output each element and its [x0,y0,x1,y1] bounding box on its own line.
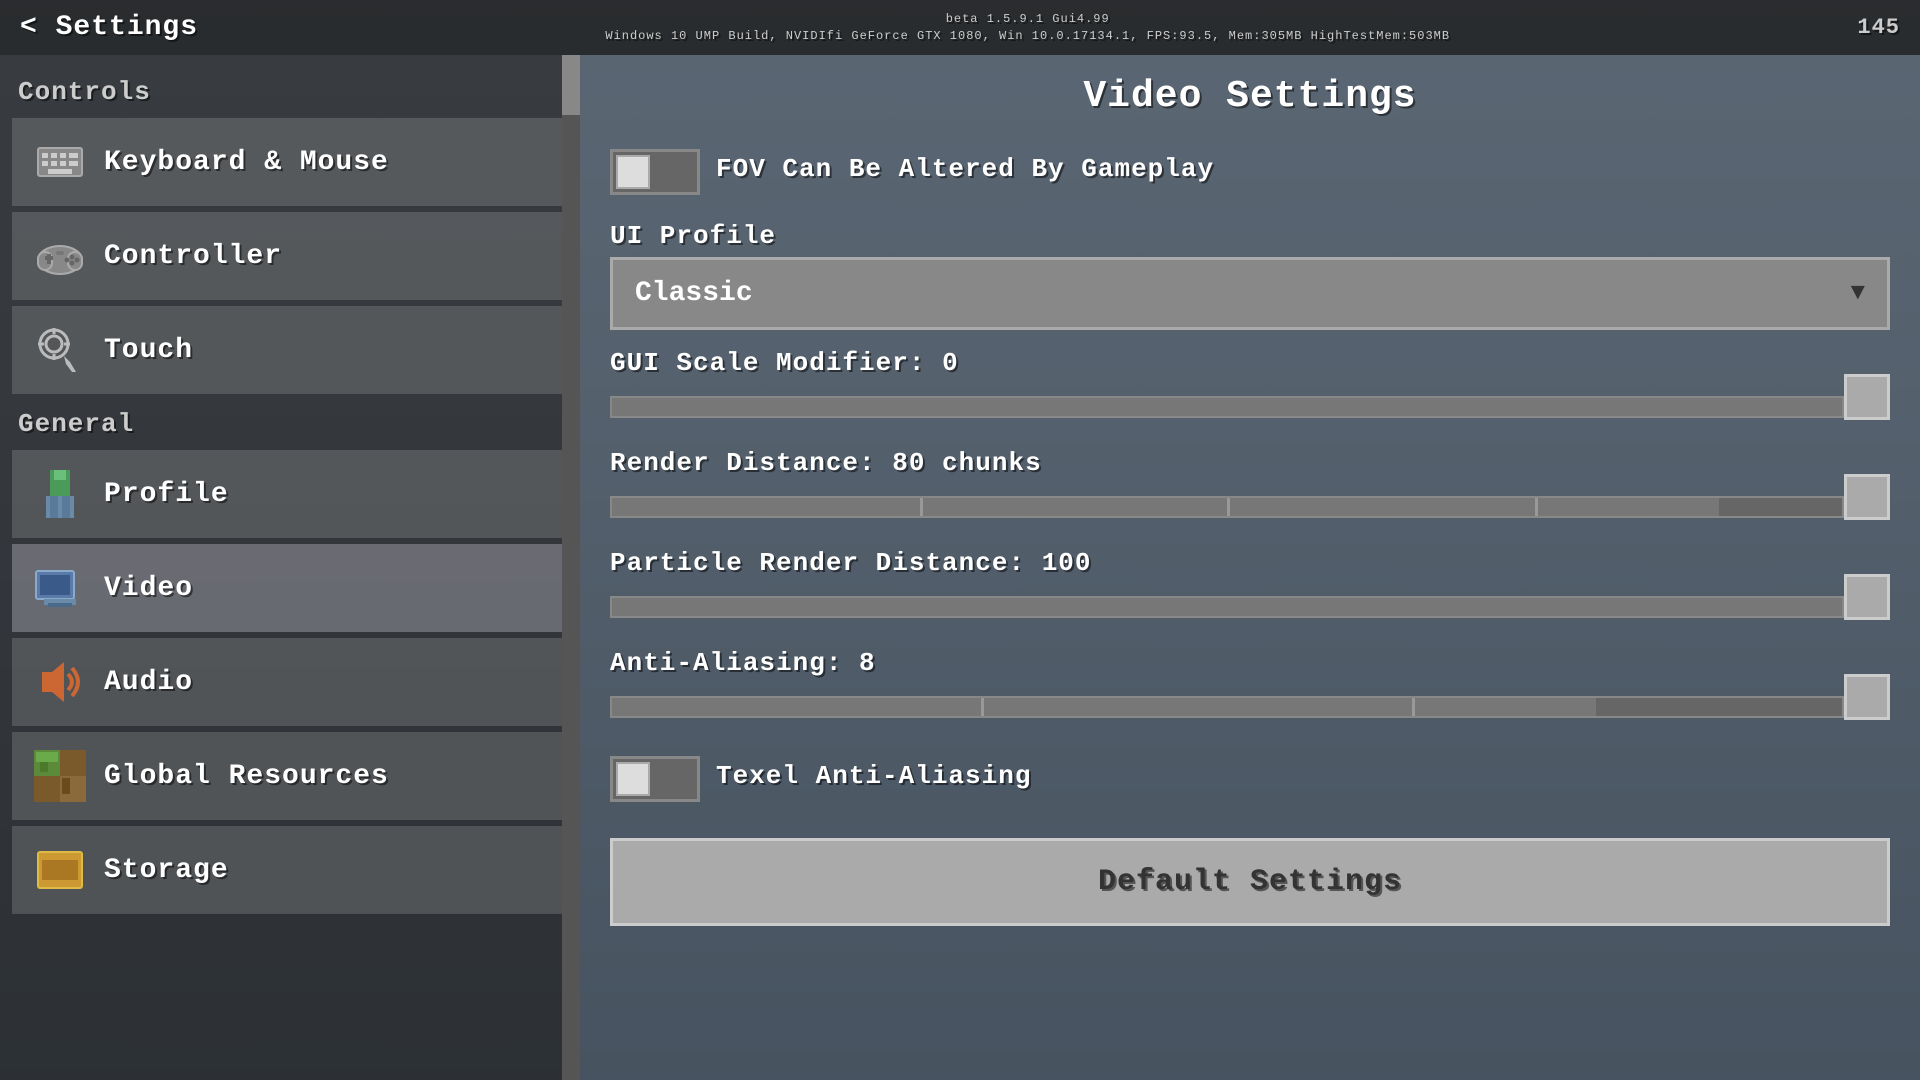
particle-render-distance-section: Particle Render Distance: 100 [610,548,1890,630]
render-distance-slider[interactable] [610,484,1890,530]
fov-toggle-knob [616,155,650,189]
controller-label: Controller [104,241,282,272]
gui-scale-handle[interactable] [1844,374,1890,420]
panel-title: Video Settings [610,75,1890,118]
touch-icon [34,324,86,376]
storage-label: Storage [104,855,229,886]
profile-icon [34,468,86,520]
sidebar-item-profile[interactable]: Profile [12,450,568,538]
anti-aliasing-slider[interactable] [610,684,1890,730]
sidebar: Controls Keyboard & Mouse [0,55,580,1080]
video-label: Video [104,573,193,604]
particle-render-distance-track [610,596,1844,618]
anti-aliasing-fill [612,698,1596,716]
controls-header: Controls [0,65,580,115]
anti-aliasing-label: Anti-Aliasing: 8 [610,648,1890,678]
render-distance-handle[interactable] [1844,474,1890,520]
texel-anti-aliasing-row: Texel Anti-Aliasing [610,748,1890,810]
ui-profile-dropdown[interactable]: Classic ▼ [610,257,1890,330]
texel-anti-aliasing-toggle[interactable] [610,756,700,802]
gui-scale-section: GUI Scale Modifier: 0 [610,348,1890,430]
anti-aliasing-handle[interactable] [1844,674,1890,720]
anti-aliasing-tick-2 [1412,698,1415,716]
fov-toggle[interactable] [610,149,700,195]
render-distance-label: Render Distance: 80 chunks [610,448,1890,478]
render-distance-section: Render Distance: 80 chunks [610,448,1890,530]
sidebar-item-controller[interactable]: Controller [12,212,568,300]
particle-render-distance-handle[interactable] [1844,574,1890,620]
content-panel: Video Settings FOV Can Be Altered By Gam… [580,55,1920,1080]
keyboard-mouse-label: Keyboard & Mouse [104,147,389,178]
general-header: General [0,397,580,447]
scrollbar-thumb[interactable] [562,55,580,115]
sidebar-item-global-resources[interactable]: Global Resources [12,732,568,820]
video-icon [34,562,86,614]
render-distance-track [610,496,1844,518]
ui-profile-section: UI Profile Classic ▼ [610,221,1890,330]
texel-anti-aliasing-knob [616,762,650,796]
ui-profile-selected: Classic [635,278,753,309]
sidebar-item-touch[interactable]: Touch [12,306,568,394]
texel-anti-aliasing-label: Texel Anti-Aliasing [716,761,1031,791]
back-button[interactable]: < Settings [20,12,198,43]
particle-render-distance-slider[interactable] [610,584,1890,630]
global-resources-icon [34,750,86,802]
slider-tick-3 [1535,498,1538,516]
slider-tick-1 [920,498,923,516]
audio-icon [34,656,86,708]
main-layout: Controls Keyboard & Mouse [0,55,1920,1080]
storage-icon [34,844,86,896]
global-resources-label: Global Resources [104,761,389,792]
anti-aliasing-track [610,696,1844,718]
sidebar-item-keyboard-mouse[interactable]: Keyboard & Mouse [12,118,568,206]
gui-scale-label: GUI Scale Modifier: 0 [610,348,1890,378]
keyboard-icon [34,136,86,188]
gui-scale-track [610,396,1844,418]
fov-toggle-row: FOV Can Be Altered By Gameplay [610,141,1890,203]
sidebar-item-audio[interactable]: Audio [12,638,568,726]
render-distance-fill [612,498,1719,516]
audio-label: Audio [104,667,193,698]
ping-display: 145 [1857,15,1900,40]
sidebar-item-storage[interactable]: Storage [12,826,568,914]
ui-profile-label: UI Profile [610,221,1890,251]
gui-scale-fill [612,398,1842,416]
sidebar-item-video[interactable]: Video [12,544,568,632]
sidebar-scrollbar[interactable] [562,55,580,1080]
top-bar: < Settings beta 1.5.9.1 Gui4.99 Windows … [0,0,1920,55]
dropdown-arrow-icon: ▼ [1851,280,1865,307]
slider-tick-2 [1227,498,1230,516]
particle-render-distance-label: Particle Render Distance: 100 [610,548,1890,578]
profile-label: Profile [104,479,229,510]
particle-render-distance-fill [612,598,1842,616]
anti-aliasing-section: Anti-Aliasing: 8 [610,648,1890,730]
controller-icon [34,230,86,282]
touch-label: Touch [104,335,193,366]
gui-scale-slider[interactable] [610,384,1890,430]
fov-label: FOV Can Be Altered By Gameplay [716,154,1214,184]
default-settings-button[interactable]: Default Settings [610,838,1890,926]
system-info: beta 1.5.9.1 Gui4.99 Windows 10 UMP Buil… [605,11,1450,45]
anti-aliasing-tick-1 [981,698,984,716]
